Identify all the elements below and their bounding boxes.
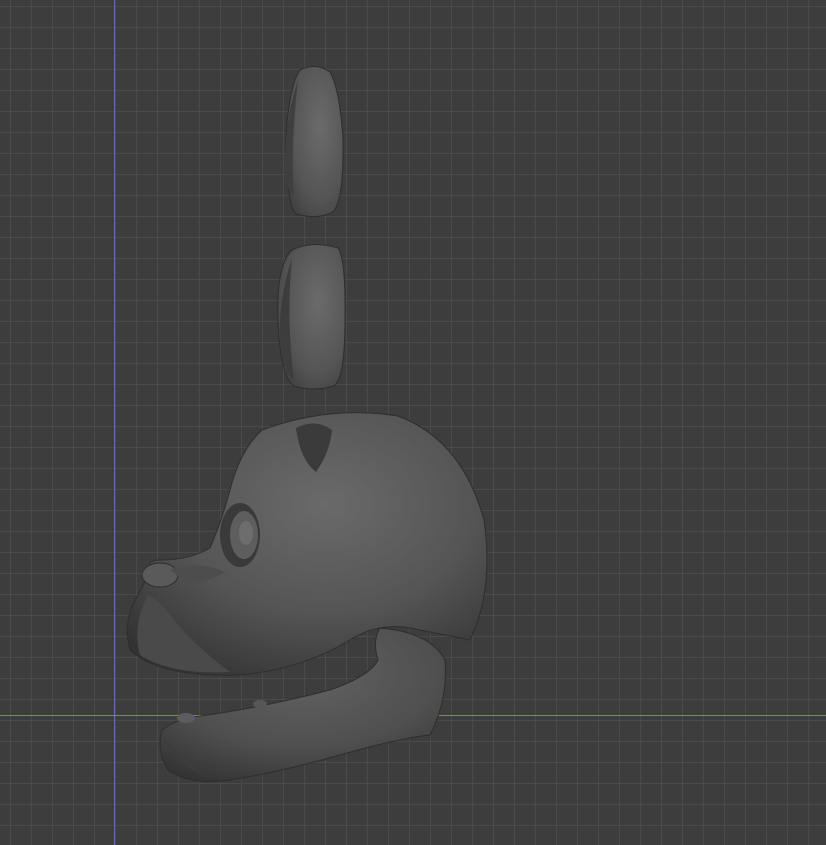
3d-viewport[interactable] bbox=[0, 0, 826, 845]
head-shell[interactable] bbox=[126, 412, 488, 676]
eye[interactable] bbox=[220, 503, 260, 567]
model-scene[interactable] bbox=[0, 0, 826, 845]
ear-bottom-piece[interactable] bbox=[277, 244, 346, 390]
ear-top-piece[interactable] bbox=[284, 66, 344, 218]
